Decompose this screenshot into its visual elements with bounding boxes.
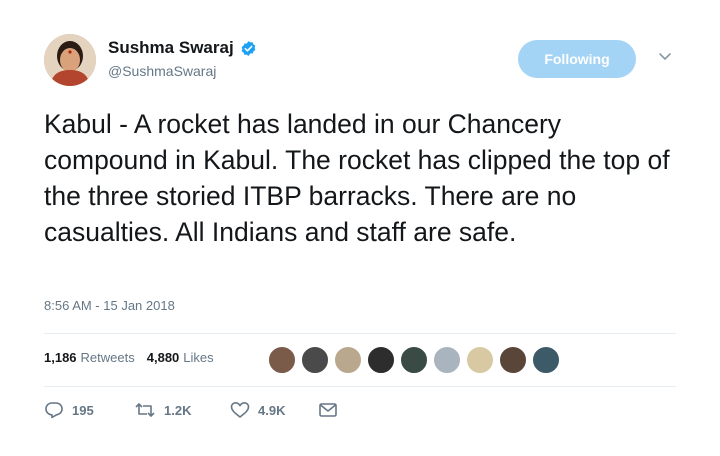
divider — [44, 333, 676, 334]
liker-avatar[interactable] — [532, 346, 560, 374]
liker-avatar[interactable] — [334, 346, 362, 374]
liker-avatar[interactable] — [400, 346, 428, 374]
retweet-count: 1.2K — [164, 402, 192, 418]
author-handle[interactable]: @SushmaSwaraj — [108, 63, 216, 79]
tweet-card: Sushma Swaraj @SushmaSwaraj Following Ka… — [0, 0, 720, 456]
liker-avatar[interactable] — [301, 346, 329, 374]
verified-badge-icon — [241, 40, 255, 56]
retweets-count: 1,186 — [44, 350, 77, 365]
engagement-stats: 1,186 Retweets 4,880 Likes — [44, 350, 214, 365]
reply-button[interactable]: 195 — [44, 401, 94, 419]
reply-icon — [45, 402, 63, 419]
tweet-text: Kabul - A rocket has landed in our Chanc… — [44, 109, 670, 247]
heart-icon — [230, 402, 250, 418]
liker-avatar[interactable] — [268, 346, 296, 374]
retweet-button[interactable]: 1.2K — [134, 401, 191, 419]
avatar[interactable] — [44, 34, 96, 86]
reply-count: 195 — [72, 402, 94, 418]
likes-stat[interactable]: 4,880 Likes — [147, 350, 214, 365]
like-count: 4.9K — [258, 402, 286, 418]
likes-count: 4,880 — [146, 350, 180, 365]
chevron-down-icon[interactable] — [658, 52, 672, 62]
following-button[interactable]: Following — [518, 40, 636, 78]
author-name[interactable]: Sushma Swaraj — [108, 38, 234, 58]
direct-message-button[interactable] — [318, 401, 338, 419]
tweet-actions: 195 1.2K 4.9K — [44, 401, 364, 421]
tweet-timestamp[interactable]: 8:56 AM - 15 Jan 2018 — [44, 298, 175, 313]
retweets-label: Retweets — [80, 350, 135, 365]
retweet-icon — [135, 403, 155, 417]
likes-label: Likes — [183, 350, 214, 365]
liker-avatar[interactable] — [433, 346, 461, 374]
retweets-stat[interactable]: 1,186 Retweets — [44, 350, 135, 365]
envelope-icon — [319, 403, 337, 417]
liker-avatar[interactable] — [466, 346, 494, 374]
liker-avatar[interactable] — [367, 346, 395, 374]
divider — [44, 386, 676, 387]
liker-avatar[interactable] — [499, 346, 527, 374]
like-button[interactable]: 4.9K — [230, 401, 285, 419]
